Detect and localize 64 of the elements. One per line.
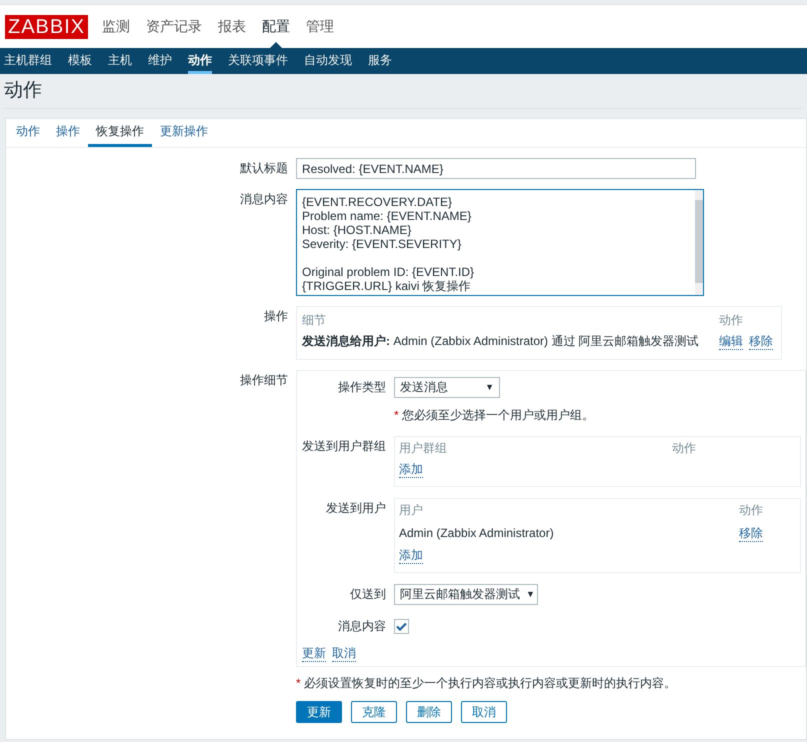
page-title: 动作 — [4, 79, 43, 103]
sub-menu-item[interactable]: 模板 — [68, 48, 92, 74]
field-label: 消息内容 — [239, 191, 289, 208]
message-line: Original problem ID: {EVENT.ID} — [302, 265, 476, 279]
field-label: 仅送到 — [349, 586, 387, 603]
field-label: 发送到用户群组 — [302, 438, 387, 455]
tab[interactable]: 操作 — [48, 119, 88, 147]
top-menu-item[interactable]: 监测 — [102, 5, 130, 48]
message-line: Problem name: {EVENT.NAME} — [302, 209, 472, 223]
required-mark: * — [296, 676, 301, 690]
form-link[interactable]: 更新 — [302, 645, 326, 662]
field-label: 默认标题 — [239, 160, 289, 177]
add-link[interactable]: 添加 — [399, 547, 423, 564]
operation-type-select[interactable]: 发送消息 ▼ — [394, 377, 500, 398]
form-button[interactable]: 取消 — [461, 701, 507, 723]
operation-detail: 发送消息给用户: Admin (Zabbix Administrator) 通过 阿里云邮箱触发器测试 — [302, 333, 700, 350]
tab[interactable]: 更新操作 — [152, 119, 216, 147]
column-header: 动作 — [672, 440, 697, 457]
form-button[interactable]: 更新 — [296, 701, 342, 723]
message-line: {EVENT.RECOVERY.DATE} — [302, 195, 454, 209]
action-link[interactable]: 移除 — [749, 332, 773, 350]
tab[interactable]: 动作 — [8, 119, 48, 147]
action-link[interactable]: 编辑 — [719, 332, 743, 350]
checkbox[interactable] — [394, 619, 409, 634]
table-cell-text: Admin (Zabbix Administrator) — [399, 525, 555, 542]
column-header: 用户群组 — [399, 440, 448, 457]
column-header: 动作 — [719, 312, 744, 329]
sub-menu-item[interactable]: 主机 — [108, 48, 132, 74]
form-button[interactable]: 删除 — [406, 701, 452, 723]
column-header: 用户 — [399, 502, 424, 519]
form-button[interactable]: 克隆 — [351, 701, 397, 723]
top-menu-item[interactable]: 资产记录 — [146, 5, 202, 48]
sub-menu-item[interactable]: 主机群组 — [4, 48, 52, 74]
caret-icon: ▼ — [485, 378, 494, 397]
tab[interactable]: 恢复操作 — [88, 119, 152, 147]
field-label: 操作类型 — [337, 379, 387, 396]
column-header: 动作 — [739, 502, 764, 519]
caret-icon: ▼ — [526, 585, 535, 604]
sub-menu-item[interactable]: 维护 — [148, 48, 172, 74]
required-mark: * — [394, 408, 399, 422]
field-label: 发送到用户 — [325, 500, 387, 517]
form-link[interactable]: 取消 — [332, 645, 356, 662]
sub-menu-item[interactable]: 动作 — [188, 48, 212, 74]
subject-field[interactable]: Resolved: {EVENT.NAME} — [296, 158, 696, 179]
sub-menu-item[interactable]: 关联项事件 — [228, 48, 288, 74]
top-menu-item[interactable]: 报表 — [218, 5, 246, 48]
field-label: 消息内容 — [337, 618, 387, 635]
message-line: Severity: {EVENT.SEVERITY} — [302, 237, 462, 251]
hint-text: 您必须至少选择一个用户或用户组。 — [402, 408, 594, 422]
logo[interactable]: ZABBIX — [5, 14, 88, 38]
scrollbar[interactable] — [695, 190, 703, 295]
message-line: Host: {HOST.NAME} — [302, 223, 412, 237]
message-line: {TRIGGER.URL} kaivi 恢复操作 — [302, 279, 472, 293]
add-link[interactable]: 添加 — [399, 461, 423, 478]
top-menu-item[interactable]: 管理 — [306, 5, 334, 48]
field-label: 操作 — [263, 308, 289, 325]
message-textarea[interactable]: {EVENT.RECOVERY.DATE} Problem name: {EVENT.NAME} Host: {HOST.NAME} Severity: {EVENT.SEVERITY} Original problem ID: {EVENT.ID} {TRIGGER.URL} kaivi 恢复操作 — [296, 189, 704, 296]
send-only-to-select[interactable]: 阿里云邮箱触发器测试 ▼ — [394, 584, 538, 605]
remove-link[interactable]: 移除 — [739, 524, 763, 542]
hint-text: 必须设置恢复时的至少一个执行内容或执行内容或更新时的执行内容。 — [304, 676, 676, 690]
sub-menu-item[interactable]: 服务 — [368, 48, 392, 74]
sub-menu-item[interactable]: 自动发现 — [304, 48, 352, 74]
column-header: 细节 — [302, 312, 327, 329]
field-label: 操作细节 — [239, 372, 289, 389]
